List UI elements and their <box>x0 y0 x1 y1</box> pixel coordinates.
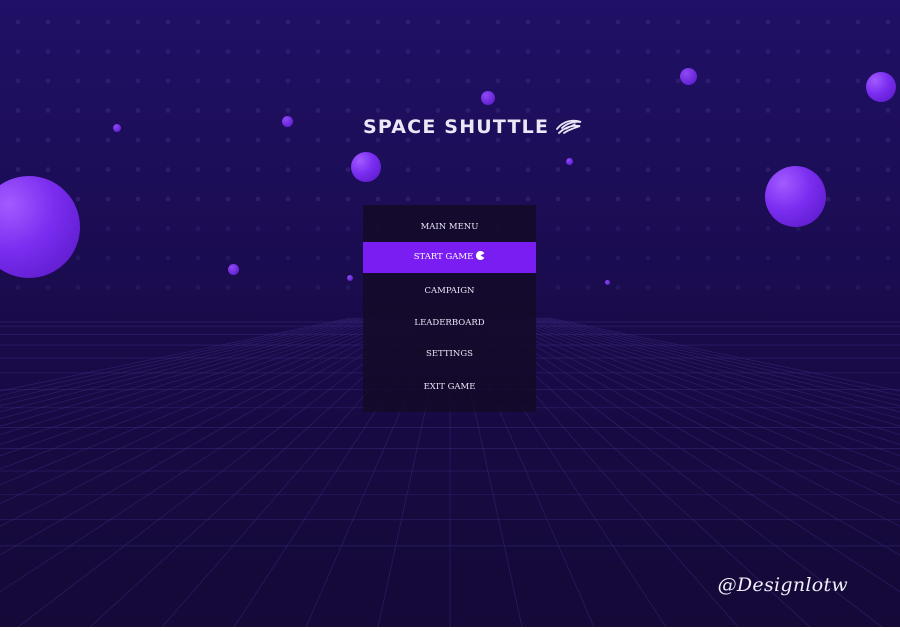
planet-sphere <box>351 152 381 182</box>
menu-header: MAIN MENU <box>420 222 479 232</box>
planet-sphere <box>680 68 697 85</box>
planet-sphere <box>347 275 353 281</box>
designer-watermark: @Designlotw <box>717 574 848 596</box>
eye-swoosh-icon <box>556 119 582 134</box>
start-game-label: START GAME <box>413 252 474 262</box>
planet-sphere <box>481 91 495 105</box>
game-title-text: SPACE SHUTTLE <box>363 116 550 138</box>
planet-sphere <box>566 158 573 165</box>
game-screen: SPACE SHUTTLE MAIN MENU START GAME CAMPA… <box>0 0 900 627</box>
planet-sphere <box>113 124 121 132</box>
leaderboard-button[interactable]: LEADERBOARD <box>363 313 536 333</box>
planet-sphere <box>866 72 896 102</box>
planet-sphere <box>228 264 239 275</box>
planet-sphere <box>282 116 293 127</box>
game-title: SPACE SHUTTLE <box>363 114 583 140</box>
planet-sphere <box>605 280 610 285</box>
settings-button[interactable]: SETTINGS <box>363 344 536 364</box>
campaign-button[interactable]: CAMPAIGN <box>363 281 536 301</box>
main-menu-panel: MAIN MENU START GAME CAMPAIGN LEADERBOAR… <box>363 205 536 412</box>
start-game-button[interactable]: START GAME <box>363 242 536 273</box>
exit-game-button[interactable]: EXIT GAME <box>363 377 536 397</box>
pacman-icon <box>476 251 485 260</box>
planet-sphere <box>765 166 826 227</box>
